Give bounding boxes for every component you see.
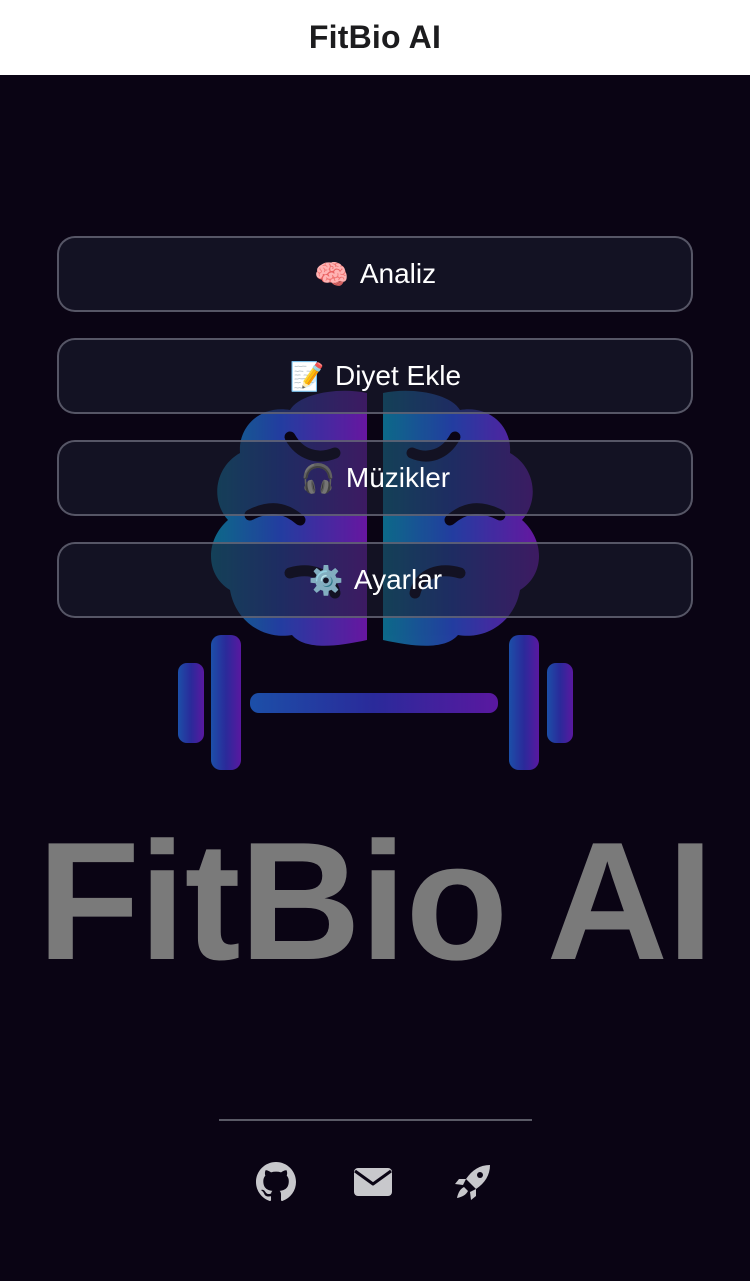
analiz-button[interactable]: 🧠 Analiz [57,236,693,312]
dumbbell-icon [178,635,573,770]
github-icon[interactable] [256,1162,296,1202]
main-content: FitBio AI 🧠 Analiz 📝 Diyet Ekle 🎧 Müzikl… [0,75,750,1281]
ayarlar-button-label: Ayarlar [353,564,443,595]
rocket-icon[interactable] [453,1162,493,1202]
footer-links [0,1162,750,1202]
page-title: FitBio AI [308,19,442,55]
diyet-ekle-button[interactable]: 📝 Diyet Ekle [57,338,693,414]
muzikler-button-label: Müzikler [345,462,451,493]
brain-emoji-icon: 🧠 [314,258,350,290]
ayarlar-button[interactable]: ⚙️ Ayarlar [57,542,693,618]
app-header: FitBio AI [0,0,750,75]
footer-divider [219,1119,532,1121]
gear-emoji-icon: ⚙️ [308,564,344,596]
diyet-ekle-button-label: Diyet Ekle [334,360,462,391]
analiz-button-label: Analiz [359,258,437,289]
muzikler-button[interactable]: 🎧 Müzikler [57,440,693,516]
headphones-emoji-icon: 🎧 [300,462,336,494]
memo-emoji-icon: 📝 [289,360,325,392]
mail-icon[interactable] [353,1162,393,1202]
logo-wordmark: FitBio AI [37,807,713,995]
